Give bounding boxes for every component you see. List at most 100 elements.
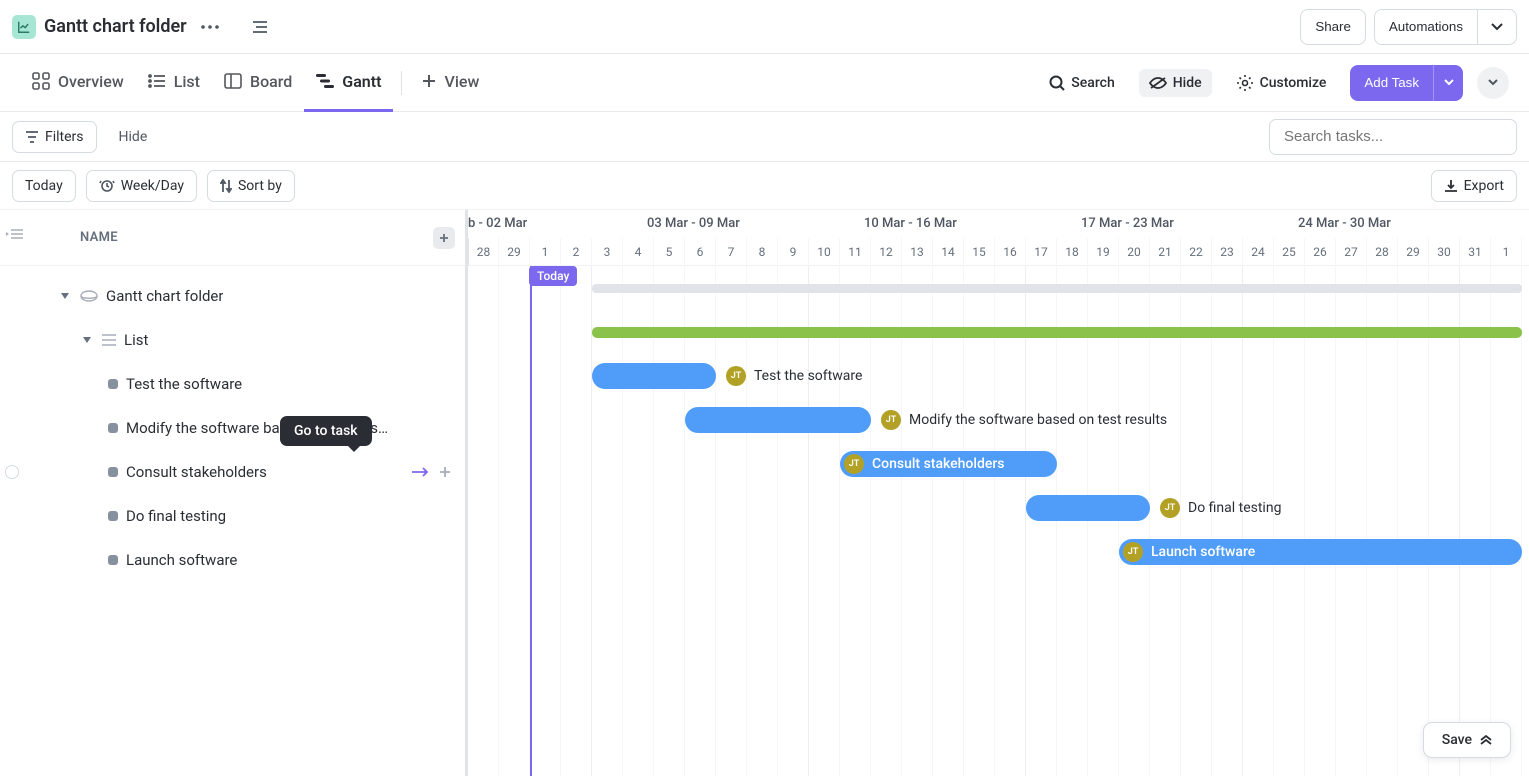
day-cell[interactable]: 29 bbox=[1398, 238, 1429, 266]
task-row[interactable]: Do final testing bbox=[0, 494, 465, 538]
day-cell[interactable]: 13 bbox=[902, 238, 933, 266]
day-cell[interactable]: 31 bbox=[1460, 238, 1491, 266]
day-cell[interactable]: 2 bbox=[561, 238, 592, 266]
day-cell[interactable]: 8 bbox=[747, 238, 778, 266]
day-cell[interactable]: 20 bbox=[1119, 238, 1150, 266]
assignee-avatar[interactable]: JT bbox=[1160, 498, 1180, 518]
tree-folder-label: Gantt chart folder bbox=[106, 287, 223, 305]
add-task-group: Add Task bbox=[1350, 65, 1463, 101]
hide-button[interactable]: Hide bbox=[1139, 69, 1212, 97]
hide-filters-button[interactable]: Hide bbox=[109, 129, 158, 145]
day-cell[interactable]: 28 bbox=[1367, 238, 1398, 266]
day-cell[interactable]: 7 bbox=[716, 238, 747, 266]
day-cell[interactable]: 30 bbox=[1429, 238, 1460, 266]
search-button[interactable]: Search bbox=[1039, 69, 1124, 97]
zoom-weekday-button[interactable]: Week/Day bbox=[86, 170, 197, 202]
more-icon[interactable] bbox=[195, 12, 225, 42]
tab-list[interactable]: List bbox=[136, 54, 212, 112]
caret-down-icon[interactable] bbox=[58, 293, 72, 299]
day-cell[interactable]: 24 bbox=[1243, 238, 1274, 266]
day-cell[interactable]: 6 bbox=[685, 238, 716, 266]
task-bar[interactable]: JTTest the software bbox=[592, 363, 716, 389]
share-button[interactable]: Share bbox=[1300, 9, 1366, 45]
day-cell[interactable]: 25 bbox=[1274, 238, 1305, 266]
tree-folder-row[interactable]: Gantt chart folder bbox=[0, 274, 465, 318]
add-column-button[interactable] bbox=[433, 227, 455, 249]
task-row-hovered[interactable]: Consult stakeholders bbox=[0, 450, 465, 494]
day-cell[interactable]: 11 bbox=[840, 238, 871, 266]
add-view-button[interactable]: View bbox=[410, 54, 491, 112]
gantt-row: JTLaunch software bbox=[468, 530, 1529, 574]
day-cell[interactable]: 18 bbox=[1057, 238, 1088, 266]
automations-button[interactable]: Automations bbox=[1374, 9, 1477, 45]
tab-gantt[interactable]: Gantt bbox=[304, 54, 393, 112]
gantt-row: JTConsult stakeholders bbox=[468, 442, 1529, 486]
collapse-sidebar-icon[interactable] bbox=[6, 228, 24, 240]
select-row-radio[interactable] bbox=[5, 465, 19, 479]
save-button[interactable]: Save bbox=[1423, 722, 1511, 758]
tab-board[interactable]: Board bbox=[212, 54, 304, 112]
day-cell[interactable]: 1 bbox=[1491, 238, 1522, 266]
week-label: 03 Mar - 09 Mar bbox=[647, 216, 740, 231]
day-cell[interactable]: 15 bbox=[964, 238, 995, 266]
today-button[interactable]: Today bbox=[12, 170, 76, 202]
folder-title: Gantt chart folder bbox=[44, 16, 187, 37]
assignee-avatar[interactable]: JT bbox=[881, 410, 901, 430]
day-cell[interactable]: 16 bbox=[995, 238, 1026, 266]
day-cell[interactable]: 14 bbox=[933, 238, 964, 266]
tab-divider bbox=[401, 71, 402, 95]
task-bar[interactable]: JTLaunch software bbox=[1119, 539, 1522, 565]
gantt-body[interactable]: Today JTTest the softwareJTModify the so… bbox=[468, 266, 1529, 776]
day-cell[interactable]: 17 bbox=[1026, 238, 1057, 266]
automations-caret[interactable] bbox=[1477, 9, 1517, 45]
day-cell[interactable]: 10 bbox=[809, 238, 840, 266]
task-label: Modify the software based on test result… bbox=[126, 419, 396, 437]
day-cell[interactable]: 12 bbox=[871, 238, 902, 266]
go-to-task-icon[interactable] bbox=[411, 466, 429, 478]
progress-bar[interactable] bbox=[592, 327, 1522, 338]
summary-bar[interactable] bbox=[592, 284, 1522, 293]
day-cell[interactable]: 9 bbox=[778, 238, 809, 266]
day-cell[interactable]: 22 bbox=[1181, 238, 1212, 266]
assignee-avatar[interactable]: JT bbox=[1123, 542, 1143, 562]
add-subtask-icon[interactable] bbox=[439, 466, 451, 478]
folder-title-chip[interactable]: Gantt chart folder bbox=[12, 15, 187, 39]
assignee-avatar[interactable]: JT bbox=[726, 366, 746, 386]
sortby-button[interactable]: Sort by bbox=[207, 170, 295, 202]
day-cell[interactable]: 21 bbox=[1150, 238, 1181, 266]
customize-button[interactable]: Customize bbox=[1226, 68, 1337, 98]
collapse-tree-icon[interactable] bbox=[245, 12, 275, 42]
bar-label: Test the software bbox=[754, 368, 862, 384]
main-split: NAME Gantt chart folder List Test the so… bbox=[0, 210, 1529, 776]
sidebar-header: NAME bbox=[0, 210, 465, 266]
day-cell[interactable]: 4 bbox=[623, 238, 654, 266]
day-cell[interactable]: 26 bbox=[1305, 238, 1336, 266]
day-cell[interactable]: 5 bbox=[654, 238, 685, 266]
topbar: Gantt chart folder Share Automations bbox=[0, 0, 1529, 54]
add-task-button[interactable]: Add Task bbox=[1350, 65, 1433, 101]
search-tasks-input[interactable] bbox=[1269, 119, 1517, 155]
day-cell[interactable]: 3 bbox=[592, 238, 623, 266]
task-row[interactable]: Launch software bbox=[0, 538, 465, 582]
add-task-caret[interactable] bbox=[1433, 65, 1463, 101]
task-bar[interactable]: JTConsult stakeholders bbox=[840, 451, 1057, 477]
more-menu-button[interactable] bbox=[1477, 67, 1509, 99]
caret-down-icon[interactable] bbox=[80, 337, 94, 343]
task-bar[interactable]: JTModify the software based on test resu… bbox=[685, 407, 871, 433]
tab-overview[interactable]: Overview bbox=[20, 54, 136, 112]
tree-list-row[interactable]: List bbox=[0, 318, 465, 362]
chevron-up-double-icon bbox=[1480, 735, 1492, 745]
day-cell[interactable]: 23 bbox=[1212, 238, 1243, 266]
task-bar[interactable]: JTDo final testing bbox=[1026, 495, 1150, 521]
day-cell[interactable]: 28 bbox=[468, 238, 499, 266]
export-button[interactable]: Export bbox=[1431, 170, 1517, 202]
task-row[interactable]: Modify the software based on test result… bbox=[0, 406, 465, 450]
day-cell[interactable]: 27 bbox=[1336, 238, 1367, 266]
assignee-avatar[interactable]: JT bbox=[844, 454, 864, 474]
week-label: 24 Mar - 30 Mar bbox=[1298, 216, 1391, 231]
filters-button[interactable]: Filters bbox=[12, 121, 97, 153]
day-cell[interactable]: 1 bbox=[530, 238, 561, 266]
day-cell[interactable]: 29 bbox=[499, 238, 530, 266]
day-cell[interactable]: 19 bbox=[1088, 238, 1119, 266]
task-row[interactable]: Test the software bbox=[0, 362, 465, 406]
